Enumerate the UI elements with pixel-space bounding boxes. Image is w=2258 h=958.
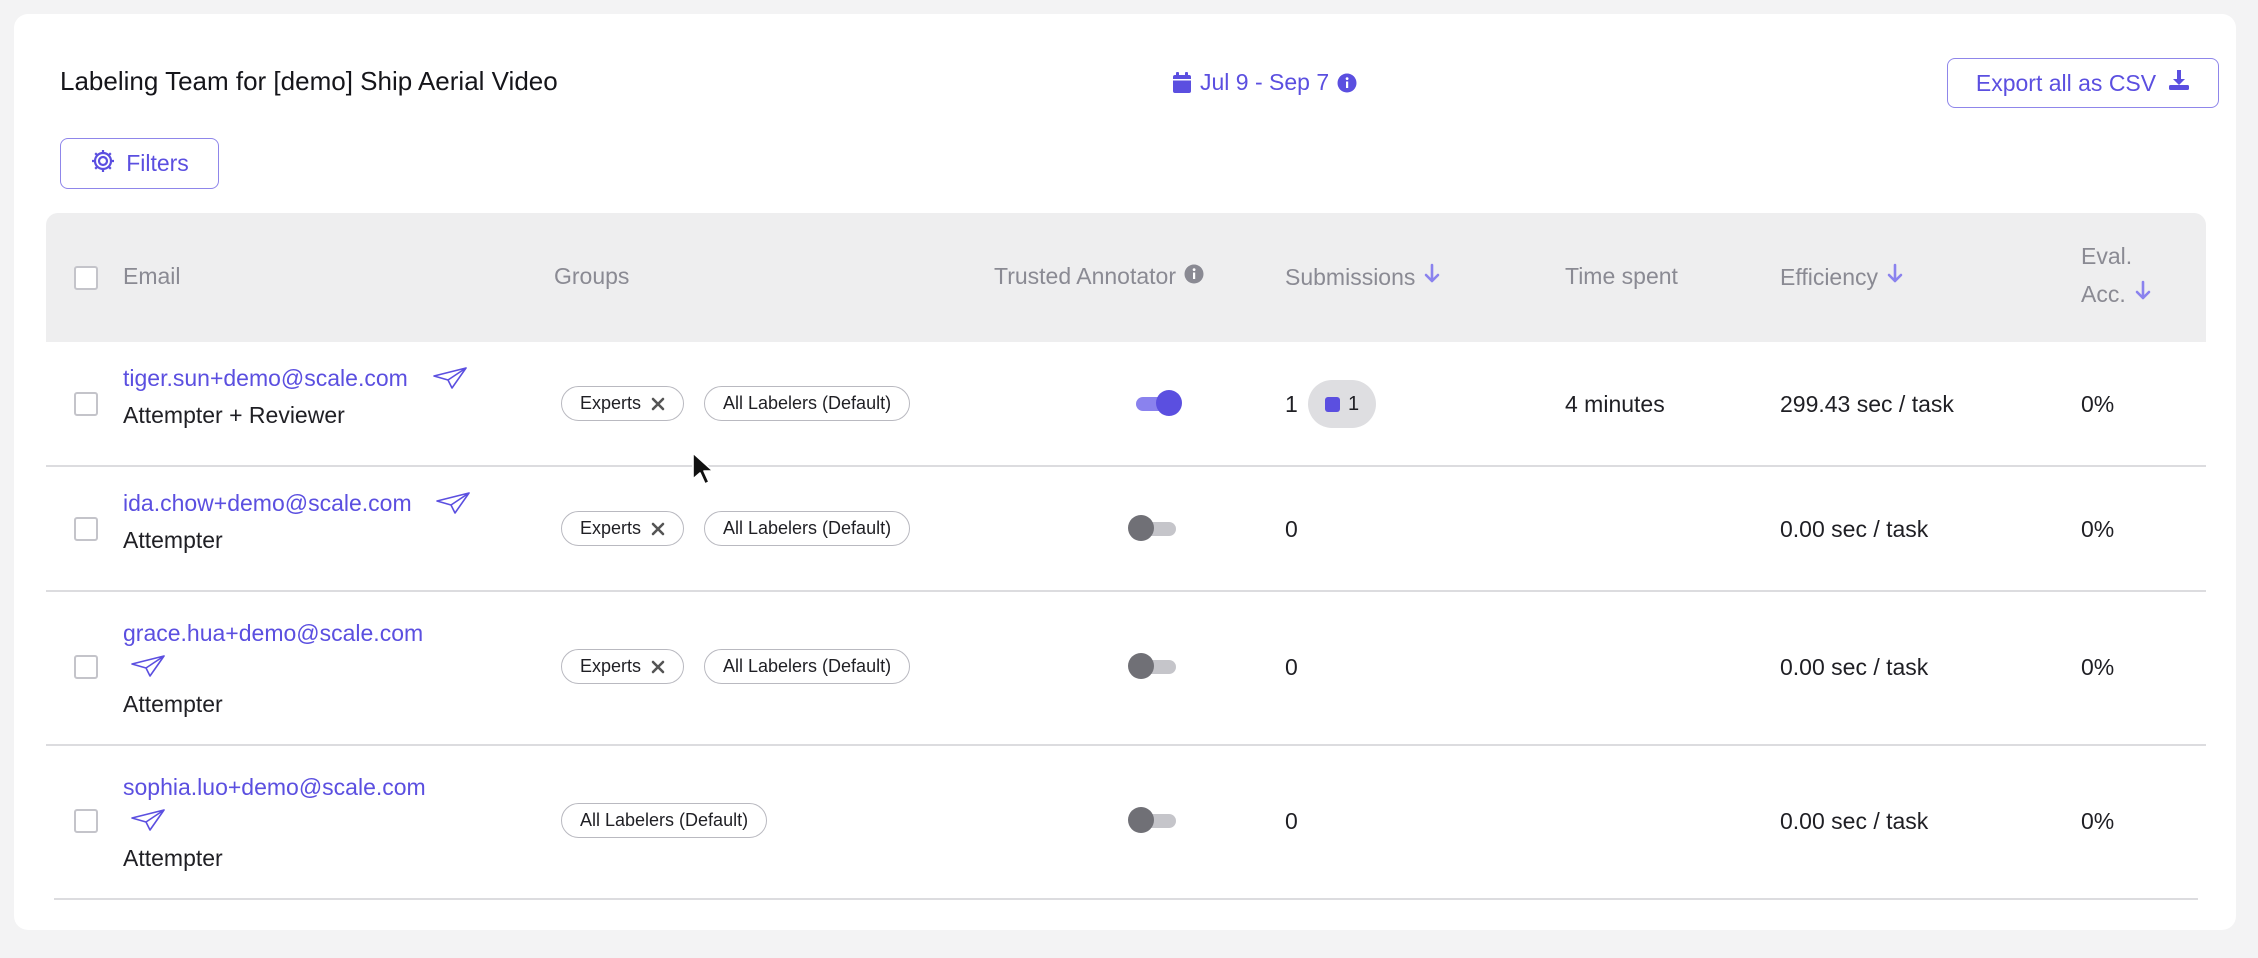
gear-icon bbox=[90, 148, 116, 180]
row-checkbox[interactable] bbox=[74, 655, 98, 679]
submission-badge[interactable]: 1 bbox=[1308, 380, 1376, 428]
export-csv-button[interactable]: Export all as CSV bbox=[1947, 58, 2219, 108]
toggle-knob bbox=[1128, 653, 1154, 679]
column-efficiency-label: Efficiency bbox=[1780, 263, 1879, 290]
column-email[interactable]: Email bbox=[123, 263, 181, 290]
info-icon[interactable] bbox=[1184, 263, 1204, 290]
group-chip-label: All Labelers (Default) bbox=[723, 656, 892, 676]
role-label: Attempter bbox=[123, 691, 223, 717]
paper-plane-icon[interactable] bbox=[436, 492, 470, 514]
trusted-annotator-toggle[interactable] bbox=[1128, 807, 1178, 833]
toggle-knob bbox=[1128, 807, 1154, 833]
eval-acc: 0% bbox=[2081, 516, 2115, 542]
trusted-annotator-toggle[interactable] bbox=[1128, 653, 1178, 679]
table-row: tiger.sun+demo@scale.com Attempter + Rev… bbox=[46, 342, 2206, 467]
select-all-checkbox[interactable] bbox=[74, 266, 98, 290]
role-label: Attempter + Reviewer bbox=[123, 402, 345, 428]
efficiency: 0.00 sec / task bbox=[1780, 516, 1929, 542]
eval-acc: 0% bbox=[2081, 654, 2115, 680]
group-chip-label: Experts bbox=[580, 518, 642, 538]
email-link[interactable]: tiger.sun+demo@scale.com bbox=[123, 365, 408, 392]
group-chip-label: Experts bbox=[580, 656, 642, 676]
group-chip-experts: Experts bbox=[561, 649, 685, 684]
mouse-cursor-icon bbox=[691, 451, 715, 492]
group-chip-label: All Labelers (Default) bbox=[723, 393, 892, 413]
role-label: Attempter bbox=[123, 527, 223, 553]
eval-acc: 0% bbox=[2081, 391, 2115, 417]
submissions-count: 0 bbox=[1285, 808, 1298, 834]
close-icon[interactable] bbox=[651, 660, 665, 674]
calendar-icon bbox=[1172, 71, 1192, 94]
table-row: sophia.luo+demo@scale.com Attempter All … bbox=[54, 746, 2198, 900]
submission-badge-count: 1 bbox=[1347, 392, 1360, 415]
date-range-label: Jul 9 - Sep 7 bbox=[1200, 69, 1330, 95]
group-chip-all-labelers: All Labelers (Default) bbox=[704, 649, 911, 684]
column-submissions[interactable]: Submissions bbox=[1285, 263, 1441, 291]
paper-plane-icon[interactable] bbox=[131, 809, 165, 831]
submissions-count: 0 bbox=[1285, 516, 1298, 542]
close-icon[interactable] bbox=[651, 522, 665, 536]
submissions-count: 1 bbox=[1285, 391, 1298, 417]
table-header: Email Groups Trusted Annotator Submissio… bbox=[46, 213, 2206, 342]
group-chip-label: All Labelers (Default) bbox=[723, 518, 892, 538]
filters-label: Filters bbox=[126, 150, 189, 176]
arrow-down-icon[interactable] bbox=[1886, 263, 1904, 291]
column-trusted-annotator-label: Trusted Annotator bbox=[994, 263, 1176, 289]
email-link[interactable]: ida.chow+demo@scale.com bbox=[123, 490, 412, 517]
efficiency: 299.43 sec / task bbox=[1780, 391, 1954, 417]
toggle-knob bbox=[1156, 390, 1182, 416]
group-chip-all-labelers: All Labelers (Default) bbox=[561, 803, 768, 838]
paper-plane-icon[interactable] bbox=[433, 367, 467, 389]
time-spent: 4 minutes bbox=[1565, 391, 1665, 417]
column-eval-acc[interactable]: Eval. Acc. bbox=[2081, 243, 2152, 308]
row-checkbox[interactable] bbox=[74, 809, 98, 833]
export-csv-label: Export all as CSV bbox=[1975, 69, 2157, 96]
role-label: Attempter bbox=[123, 845, 223, 871]
email-link[interactable]: grace.hua+demo@scale.com bbox=[123, 620, 423, 647]
filters-button[interactable]: Filters bbox=[60, 138, 219, 189]
column-groups[interactable]: Groups bbox=[554, 263, 629, 290]
info-icon[interactable] bbox=[1337, 73, 1357, 93]
paper-plane-icon[interactable] bbox=[131, 655, 165, 677]
group-chip-all-labelers: All Labelers (Default) bbox=[704, 386, 911, 421]
column-time-spent[interactable]: Time spent bbox=[1565, 263, 1678, 290]
column-submissions-label: Submissions bbox=[1285, 263, 1416, 290]
submissions-count: 0 bbox=[1285, 654, 1298, 680]
efficiency: 0.00 sec / task bbox=[1780, 654, 1929, 680]
group-chip-experts: Experts bbox=[561, 386, 685, 421]
square-icon bbox=[1324, 396, 1340, 412]
arrow-down-icon[interactable] bbox=[2134, 280, 2152, 308]
email-link[interactable]: sophia.luo+demo@scale.com bbox=[123, 774, 426, 801]
group-chip-experts: Experts bbox=[561, 511, 685, 546]
table-row: ida.chow+demo@scale.com Attempter Expert… bbox=[46, 467, 2206, 592]
efficiency: 0.00 sec / task bbox=[1780, 808, 1929, 834]
column-eval-acc-line1: Eval. bbox=[2081, 243, 2133, 269]
team-table: Email Groups Trusted Annotator Submissio… bbox=[46, 213, 2206, 900]
eval-acc: 0% bbox=[2081, 808, 2115, 834]
row-checkbox[interactable] bbox=[74, 392, 98, 416]
column-eval-acc-line2: Acc. bbox=[2081, 280, 2126, 307]
close-icon[interactable] bbox=[651, 397, 665, 411]
row-checkbox[interactable] bbox=[74, 517, 98, 541]
trusted-annotator-toggle[interactable] bbox=[1132, 390, 1182, 416]
group-chip-all-labelers: All Labelers (Default) bbox=[704, 511, 911, 546]
arrow-down-icon[interactable] bbox=[1423, 263, 1441, 291]
trusted-annotator-toggle[interactable] bbox=[1128, 515, 1178, 541]
page-title: Labeling Team for [demo] Ship Aerial Vid… bbox=[60, 66, 558, 96]
group-chip-label: All Labelers (Default) bbox=[580, 810, 749, 830]
download-icon bbox=[2168, 69, 2190, 97]
date-range-picker[interactable]: Jul 9 - Sep 7 bbox=[1172, 69, 1357, 96]
toggle-knob bbox=[1128, 515, 1154, 541]
column-trusted-annotator[interactable]: Trusted Annotator bbox=[994, 263, 1204, 290]
table-row: grace.hua+demo@scale.com Attempter Exper… bbox=[46, 592, 2206, 746]
group-chip-label: Experts bbox=[580, 393, 642, 413]
column-efficiency[interactable]: Efficiency bbox=[1780, 263, 1904, 291]
